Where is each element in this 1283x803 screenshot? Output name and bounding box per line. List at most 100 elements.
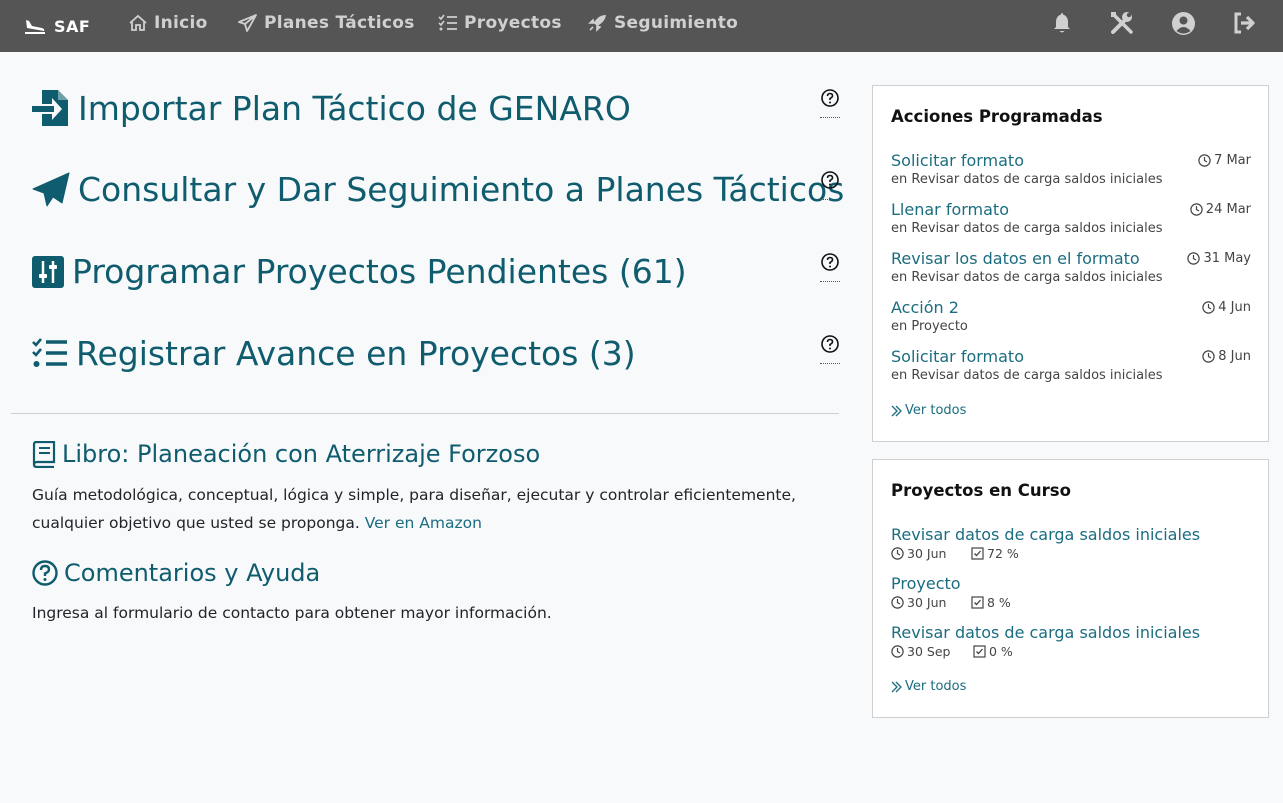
action-import-plan[interactable]: Importar Plan Táctico de GENARO [32, 88, 631, 128]
project-item-meta: 30 Jun 8 % [891, 595, 1011, 610]
rocket-icon [588, 15, 606, 32]
clock-icon [891, 596, 904, 609]
scheduled-item-title[interactable]: Solicitar formato [891, 151, 1024, 170]
action-label-register: Registrar Avance en Proyectos (3) [76, 334, 636, 373]
projects-card-title: Proyectos en Curso [891, 481, 1071, 500]
nav-label-planes-tacticos: Planes Tácticos [264, 13, 415, 33]
question-circle-icon [821, 89, 839, 107]
paper-plane-icon [32, 172, 70, 206]
nav-label-inicio: Inicio [154, 13, 208, 33]
projects-see-all-link[interactable]: Ver todos [891, 679, 966, 694]
help-description-text: Ingresa al formulario de contacto para o… [32, 604, 552, 622]
scheduled-item-sub: en Revisar datos de carga saldos inicial… [891, 368, 1163, 383]
project-item-meta: 30 Jun 72 % [891, 546, 1019, 561]
brand-link[interactable]: SAF [24, 0, 90, 52]
book-description: Guía metodológica, conceptual, lógica y … [32, 481, 832, 537]
help-schedule[interactable] [820, 252, 840, 282]
double-chevron-right-icon [891, 405, 902, 416]
logout-icon [1234, 12, 1255, 34]
nav-item-proyectos[interactable]: Proyectos [438, 0, 562, 46]
help-consult[interactable] [820, 170, 840, 200]
scheduled-item-sub: en Revisar datos de carga saldos inicial… [891, 270, 1163, 285]
nav-item-planes-tacticos[interactable]: Planes Tácticos [238, 0, 415, 46]
amazon-link[interactable]: Ver en Amazon [365, 514, 482, 532]
scheduled-item-date-text: 31 May [1203, 251, 1251, 266]
help-import[interactable] [820, 88, 840, 118]
paper-plane-icon [238, 14, 257, 32]
home-icon [129, 14, 147, 31]
project-item-title[interactable]: Revisar datos de carga saldos iniciales [891, 525, 1200, 544]
double-chevron-right-icon [891, 681, 902, 692]
check-square-icon [971, 596, 984, 609]
question-circle-icon [821, 335, 839, 353]
scheduled-item-date-text: 8 Jun [1218, 349, 1251, 364]
help-description: Ingresa al formulario de contacto para o… [32, 599, 832, 627]
scheduled-see-all-link[interactable]: Ver todos [891, 403, 966, 418]
scheduled-item-date: 31 May [1187, 251, 1251, 266]
scheduled-item-date-text: 7 Mar [1214, 153, 1251, 168]
bell-icon [1054, 13, 1070, 33]
project-item-progress: 0 % [989, 644, 1013, 659]
navbar: SAF Inicio Planes Tácticos Proyectos Seg… [0, 0, 1283, 52]
book-title-text: Libro: Planeación con Aterrizaje Forzoso [62, 440, 541, 468]
project-item-meta: 30 Sep 0 % [891, 644, 1013, 659]
question-circle-icon [32, 560, 58, 586]
scheduled-item-date: 24 Mar [1190, 202, 1251, 217]
clock-icon [1202, 350, 1215, 363]
scheduled-item-title[interactable]: Revisar los datos en el formato [891, 249, 1140, 268]
scheduled-actions-card: Acciones Programadas Solicitar formato e… [872, 85, 1269, 442]
clock-icon [1190, 203, 1203, 216]
tools-icon [1111, 12, 1133, 34]
clock-icon [891, 645, 904, 658]
clock-icon [1187, 252, 1201, 265]
user-profile-button[interactable] [1171, 0, 1196, 46]
checklist-icon [32, 337, 67, 367]
help-register[interactable] [820, 334, 840, 364]
scheduled-item-date-text: 24 Mar [1205, 202, 1251, 217]
nav-item-inicio[interactable]: Inicio [128, 0, 208, 46]
notifications-button[interactable] [1050, 0, 1074, 46]
action-label-schedule: Programar Proyectos Pendientes (61) [72, 252, 687, 291]
tools-button[interactable] [1109, 0, 1135, 46]
scheduled-item-date: 8 Jun [1202, 349, 1251, 364]
help-title: Comentarios y Ayuda [32, 559, 320, 587]
projects-see-all-text: Ver todos [905, 679, 967, 694]
nav-label-seguimiento: Seguimiento [614, 13, 739, 33]
action-consult-plans[interactable]: Consultar y Dar Seguimiento a Planes Tác… [32, 170, 844, 209]
checklist-icon [438, 14, 457, 31]
project-item-date: 30 Jun [907, 546, 947, 561]
logout-button[interactable] [1232, 0, 1258, 46]
scheduled-item-title[interactable]: Acción 2 [891, 298, 959, 317]
clock-icon [1202, 301, 1215, 314]
sliders-icon [32, 255, 64, 288]
nav-label-proyectos: Proyectos [464, 13, 562, 33]
question-circle-icon [821, 171, 839, 189]
brand-label: SAF [54, 16, 91, 36]
project-item-progress: 8 % [987, 595, 1011, 610]
project-item-date: 30 Jun [907, 595, 947, 610]
check-square-icon [973, 645, 986, 658]
user-icon [1172, 11, 1195, 35]
plane-landing-icon [25, 20, 45, 34]
nav-item-seguimiento[interactable]: Seguimiento [588, 0, 738, 46]
project-item-date: 30 Sep [907, 644, 951, 659]
scheduled-item-title[interactable]: Llenar formato [891, 200, 1009, 219]
action-label-consult: Consultar y Dar Seguimiento a Planes Tác… [78, 170, 845, 209]
scheduled-item-sub: en Revisar datos de carga saldos inicial… [891, 172, 1163, 187]
scheduled-item-sub: en Proyecto [891, 319, 968, 334]
action-schedule-projects[interactable]: Programar Proyectos Pendientes (61) [32, 252, 687, 291]
project-item-title[interactable]: Revisar datos de carga saldos iniciales [891, 623, 1200, 642]
project-item-title[interactable]: Proyecto [891, 574, 961, 593]
scheduled-item-date-text: 4 Jun [1218, 300, 1251, 315]
scheduled-item-title[interactable]: Solicitar formato [891, 347, 1024, 366]
clock-icon [1198, 154, 1211, 167]
book-icon [32, 440, 56, 468]
book-title: Libro: Planeación con Aterrizaje Forzoso [32, 440, 540, 468]
check-square-icon [971, 547, 984, 560]
help-title-text: Comentarios y Ayuda [64, 559, 321, 587]
action-register-progress[interactable]: Registrar Avance en Proyectos (3) [32, 334, 636, 373]
scheduled-item-sub: en Revisar datos de carga saldos inicial… [891, 221, 1163, 236]
clock-icon [891, 547, 904, 560]
scheduled-see-all-text: Ver todos [905, 403, 967, 418]
project-item-progress: 72 % [987, 546, 1019, 561]
